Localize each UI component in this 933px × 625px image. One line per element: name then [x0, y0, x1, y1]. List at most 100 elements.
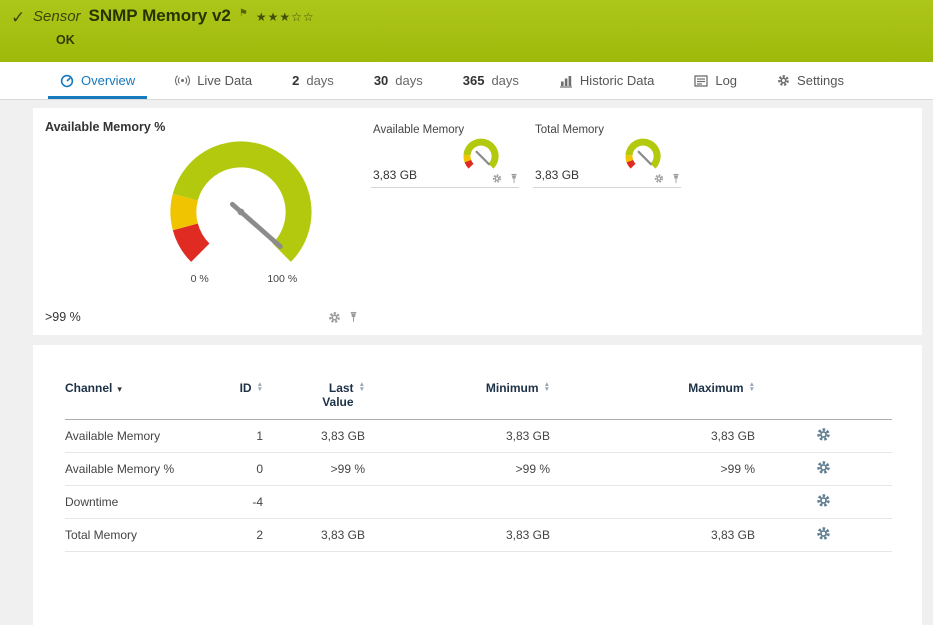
col-header-label: Channel [65, 381, 112, 395]
tab-label: Overview [81, 73, 135, 88]
sort-down-icon: ▼ [544, 387, 550, 392]
channel-name[interactable]: Available Memory [65, 420, 205, 453]
channel-id: -4 [205, 486, 263, 519]
table-row[interactable]: Downtime -4 [65, 486, 892, 519]
status-badge: OK [56, 33, 75, 47]
channels-table-panel: Channel ▾ ID ▲▼ Last Value ▲▼ Minimum ▲▼ Max… [33, 345, 922, 625]
live-data-broadcast-icon [175, 74, 190, 87]
col-header-actions [755, 381, 892, 420]
tab-label: days [491, 73, 518, 88]
stars-filled: ★★★ [256, 10, 291, 24]
tab-settings[interactable]: Settings [757, 62, 864, 99]
mini-gauge-value: 3,83 GB [373, 168, 417, 182]
tab-historic-data[interactable]: Historic Data [539, 62, 674, 99]
gear-icon [777, 74, 790, 87]
tab-label: Log [715, 73, 737, 88]
overview-gauge-icon [60, 74, 74, 88]
tab-number: 2 [292, 73, 299, 88]
channel-name[interactable]: Available Memory % [65, 453, 205, 486]
col-header-label: Last Value [312, 381, 354, 409]
tab-label: days [306, 73, 333, 88]
channel-last-value: 3,83 GB [263, 519, 365, 552]
gauge-footer: >99 % [45, 310, 363, 327]
tab-2-days[interactable]: 2 days [272, 62, 354, 99]
tab-number: 365 [463, 73, 485, 88]
priority-flag-icon[interactable]: ⚑ [239, 8, 248, 19]
sort-down-icon: ▼ [257, 387, 263, 392]
table-row[interactable]: Available Memory 1 3,83 GB 3,83 GB 3,83 … [65, 420, 892, 453]
mini-gauge-title: Available Memory [373, 124, 464, 136]
sort-icon[interactable]: ▲▼ [749, 382, 755, 392]
tab-label: days [395, 73, 422, 88]
bar-chart-icon [559, 74, 573, 88]
main-content: Available Memory % 0 % 100 % >99 % [0, 100, 933, 625]
table-row[interactable]: Total Memory 2 3,83 GB 3,83 GB 3,83 GB [65, 519, 892, 552]
channel-settings-gear-icon[interactable] [816, 427, 831, 442]
status-check-icon: ✓ [11, 8, 25, 28]
mini-gauge-title: Total Memory [535, 124, 604, 136]
log-list-icon [694, 74, 708, 88]
priority-stars[interactable]: ★★★☆☆ [256, 10, 315, 24]
channel-name[interactable]: Total Memory [65, 519, 205, 552]
pin-icon[interactable] [509, 173, 519, 184]
pin-icon[interactable] [348, 311, 359, 323]
channel-minimum: >99 % [365, 453, 550, 486]
channel-last-value: 3,83 GB [263, 420, 365, 453]
col-header-id[interactable]: ID ▲▼ [205, 381, 263, 420]
channel-maximum: 3,83 GB [550, 420, 755, 453]
tab-365-days[interactable]: 365 days [443, 62, 539, 99]
channels-table: Channel ▾ ID ▲▼ Last Value ▲▼ Minimum ▲▼ Max… [65, 381, 892, 552]
col-header-label: Maximum [688, 381, 743, 395]
sort-icon[interactable]: ▲▼ [359, 382, 365, 392]
page-title: SNMP Memory v2 [89, 6, 231, 26]
channel-settings-gear-icon[interactable] [816, 460, 831, 475]
sort-icon[interactable]: ▲▼ [257, 382, 263, 392]
channel-last-value: >99 % [263, 453, 365, 486]
tab-label: Settings [797, 73, 844, 88]
tab-overview[interactable]: Overview [40, 62, 155, 99]
tab-label: Live Data [197, 73, 252, 88]
tab-log[interactable]: Log [674, 62, 757, 99]
col-header-minimum[interactable]: Minimum ▲▼ [365, 381, 550, 420]
caret-down-icon: ▾ [117, 384, 122, 394]
available-memory-pct-gauge-block: Available Memory % 0 % 100 % >99 % [45, 116, 363, 327]
col-header-label: Minimum [486, 381, 539, 395]
sensor-header: ✓ Sensor SNMP Memory v2 ⚑ ★★★☆☆ OK [0, 0, 933, 62]
sensor-kind-label: Sensor [33, 8, 81, 25]
channel-settings-gear-icon[interactable] [816, 493, 831, 508]
table-header-row: Channel ▾ ID ▲▼ Last Value ▲▼ Minimum ▲▼ Max… [65, 381, 892, 420]
col-header-channel[interactable]: Channel ▾ [65, 381, 205, 420]
gear-icon[interactable] [492, 173, 502, 184]
channel-id: 2 [205, 519, 263, 552]
overview-gauges-panel: Available Memory % 0 % 100 % >99 % [33, 108, 922, 335]
channel-name[interactable]: Downtime [65, 486, 205, 519]
channel-last-value [263, 486, 365, 519]
col-header-maximum[interactable]: Maximum ▲▼ [550, 381, 755, 420]
gear-icon[interactable] [654, 173, 664, 184]
stars-empty: ☆☆ [291, 10, 315, 24]
tab-30-days[interactable]: 30 days [354, 62, 443, 99]
gear-icon[interactable] [328, 311, 341, 324]
table-row[interactable]: Available Memory % 0 >99 % >99 % >99 % [65, 453, 892, 486]
sort-icon[interactable]: ▲▼ [544, 382, 550, 392]
channel-id: 1 [205, 420, 263, 453]
sensor-title-line: Sensor SNMP Memory v2 ⚑ ★★★☆☆ [33, 6, 315, 26]
col-header-last-value[interactable]: Last Value ▲▼ [263, 381, 365, 420]
tab-live-data[interactable]: Live Data [155, 62, 272, 99]
pin-icon[interactable] [671, 173, 681, 184]
channel-maximum [550, 486, 755, 519]
channel-settings-gear-icon[interactable] [816, 526, 831, 541]
channel-id: 0 [205, 453, 263, 486]
tab-number: 30 [374, 73, 388, 88]
gauge-min-label: 0 % [191, 273, 209, 285]
channel-maximum: 3,83 GB [550, 519, 755, 552]
gauge-max-label: 100 % [267, 273, 297, 285]
tab-label: Historic Data [580, 73, 654, 88]
gauge-current-value: >99 % [45, 310, 81, 324]
channel-maximum: >99 % [550, 453, 755, 486]
channel-minimum [365, 486, 550, 519]
channel-minimum: 3,83 GB [365, 519, 550, 552]
total-memory-gauge-block: Total Memory 3,83 GB [533, 122, 681, 188]
sort-down-icon: ▼ [359, 387, 365, 392]
col-header-label: ID [240, 381, 252, 395]
